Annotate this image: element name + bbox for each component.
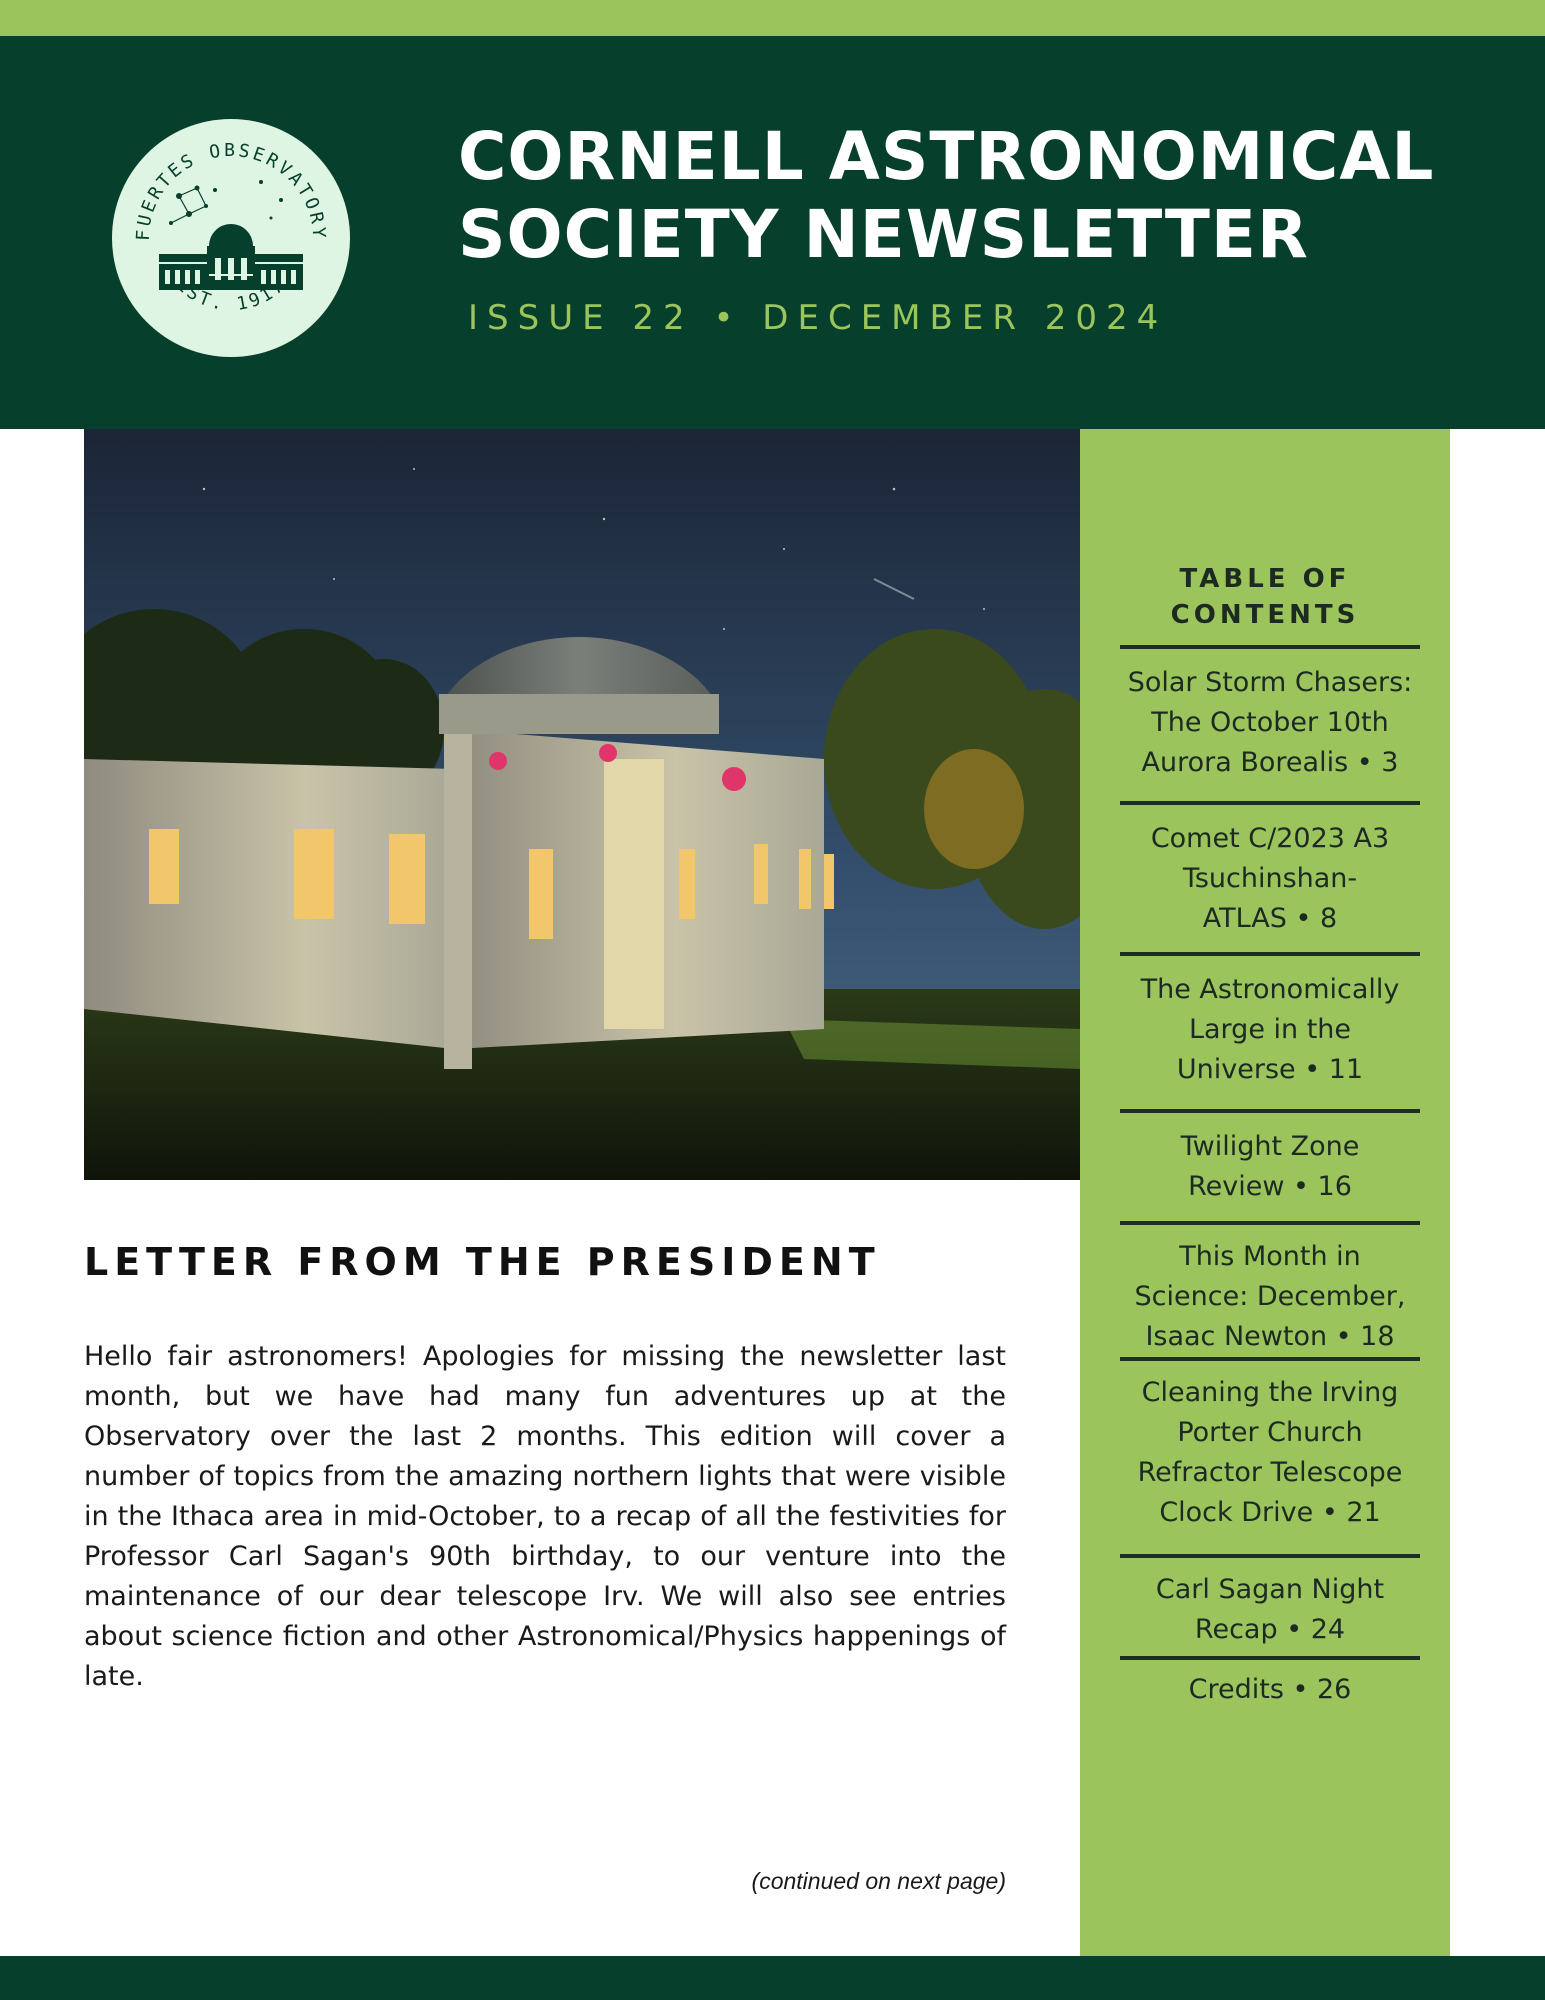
toc-item-credits[interactable]: Credits • 26 — [1110, 1670, 1430, 1710]
toc-divider — [1120, 1656, 1420, 1660]
bottom-accent-bar — [0, 1956, 1545, 2000]
observatory-night-photo — [84, 429, 1080, 1180]
toc-heading-line-2: CONTENTS — [1170, 600, 1360, 630]
toc-divider — [1120, 1109, 1420, 1113]
toc-heading: TABLE OF CONTENTS — [1080, 561, 1450, 633]
toc-line: Clock Drive • 21 — [1159, 1497, 1381, 1528]
toc-heading-line-1: TABLE OF — [1179, 564, 1351, 594]
toc-line: Science: December, — [1134, 1281, 1406, 1312]
title-line-2: SOCIETY NEWSLETTER — [458, 196, 1309, 273]
title-line-1: CORNELL ASTRONOMICAL — [458, 118, 1435, 195]
newsletter-title: CORNELL ASTRONOMICAL SOCIETY NEWSLETTER — [458, 118, 1434, 274]
toc-line: Twilight Zone — [1180, 1131, 1360, 1162]
toc-line: Universe • 11 — [1176, 1054, 1364, 1085]
toc-item-carl-sagan-night[interactable]: Carl Sagan Night Recap • 24 — [1110, 1570, 1430, 1650]
letter-body: Hello fair astronomers! Apologies for mi… — [84, 1341, 1006, 1692]
toc-divider — [1120, 952, 1420, 956]
toc-line: Porter Church — [1177, 1417, 1363, 1448]
toc-line: Aurora Borealis • 3 — [1141, 747, 1399, 778]
toc-item-twilight-zone[interactable]: Twilight Zone Review • 16 — [1110, 1127, 1430, 1207]
toc-divider — [1120, 1357, 1420, 1361]
continued-note: (continued on next page) — [751, 1868, 1006, 1894]
toc-item-solar-storm-chasers[interactable]: Solar Storm Chasers: The October 10th Au… — [1110, 663, 1430, 783]
toc-divider — [1120, 1221, 1420, 1225]
toc-item-cleaning-telescope[interactable]: Cleaning the Irving Porter Church Refrac… — [1110, 1373, 1430, 1533]
toc-line: Cleaning the Irving — [1141, 1377, 1399, 1408]
toc-line: Credits • 26 — [1188, 1674, 1352, 1705]
toc-line: Isaac Newton • 18 — [1145, 1321, 1395, 1352]
toc-divider — [1120, 645, 1420, 649]
toc-line: The October 10th — [1151, 707, 1389, 738]
toc-item-comet[interactable]: Comet C/2023 A3 Tsuchinshan- ATLAS • 8 — [1110, 819, 1430, 939]
toc-line: Recap • 24 — [1194, 1614, 1346, 1645]
toc-line: The Astronomically — [1140, 974, 1400, 1005]
toc-line: ATLAS • 8 — [1202, 903, 1338, 934]
top-accent-bar — [0, 0, 1545, 36]
toc-line: Carl Sagan Night — [1155, 1574, 1385, 1605]
observatory-logo: FUERTES OBSERVATORY EST. 1917 — [112, 119, 350, 357]
table-of-contents-sidebar: TABLE OF CONTENTS Solar Storm Chasers: T… — [1080, 429, 1450, 1956]
toc-line: Tsuchinshan- — [1182, 863, 1358, 894]
toc-divider — [1120, 1554, 1420, 1558]
toc-item-this-month-in-science[interactable]: This Month in Science: December, Isaac N… — [1110, 1237, 1430, 1357]
toc-line: Solar Storm Chasers: — [1127, 667, 1413, 698]
toc-line: Comet C/2023 A3 — [1150, 823, 1390, 854]
toc-divider — [1120, 801, 1420, 805]
toc-line: Refractor Telescope — [1137, 1457, 1403, 1488]
issue-date: ISSUE 22 • DECEMBER 2024 — [468, 298, 1168, 338]
toc-line: This Month in — [1179, 1241, 1361, 1272]
toc-line: Review • 16 — [1188, 1171, 1352, 1202]
letter-heading: LETTER FROM THE PRESIDENT — [84, 1240, 881, 1284]
toc-line: Large in the — [1188, 1014, 1352, 1045]
toc-item-astronomically-large[interactable]: The Astronomically Large in the Universe… — [1110, 970, 1430, 1090]
